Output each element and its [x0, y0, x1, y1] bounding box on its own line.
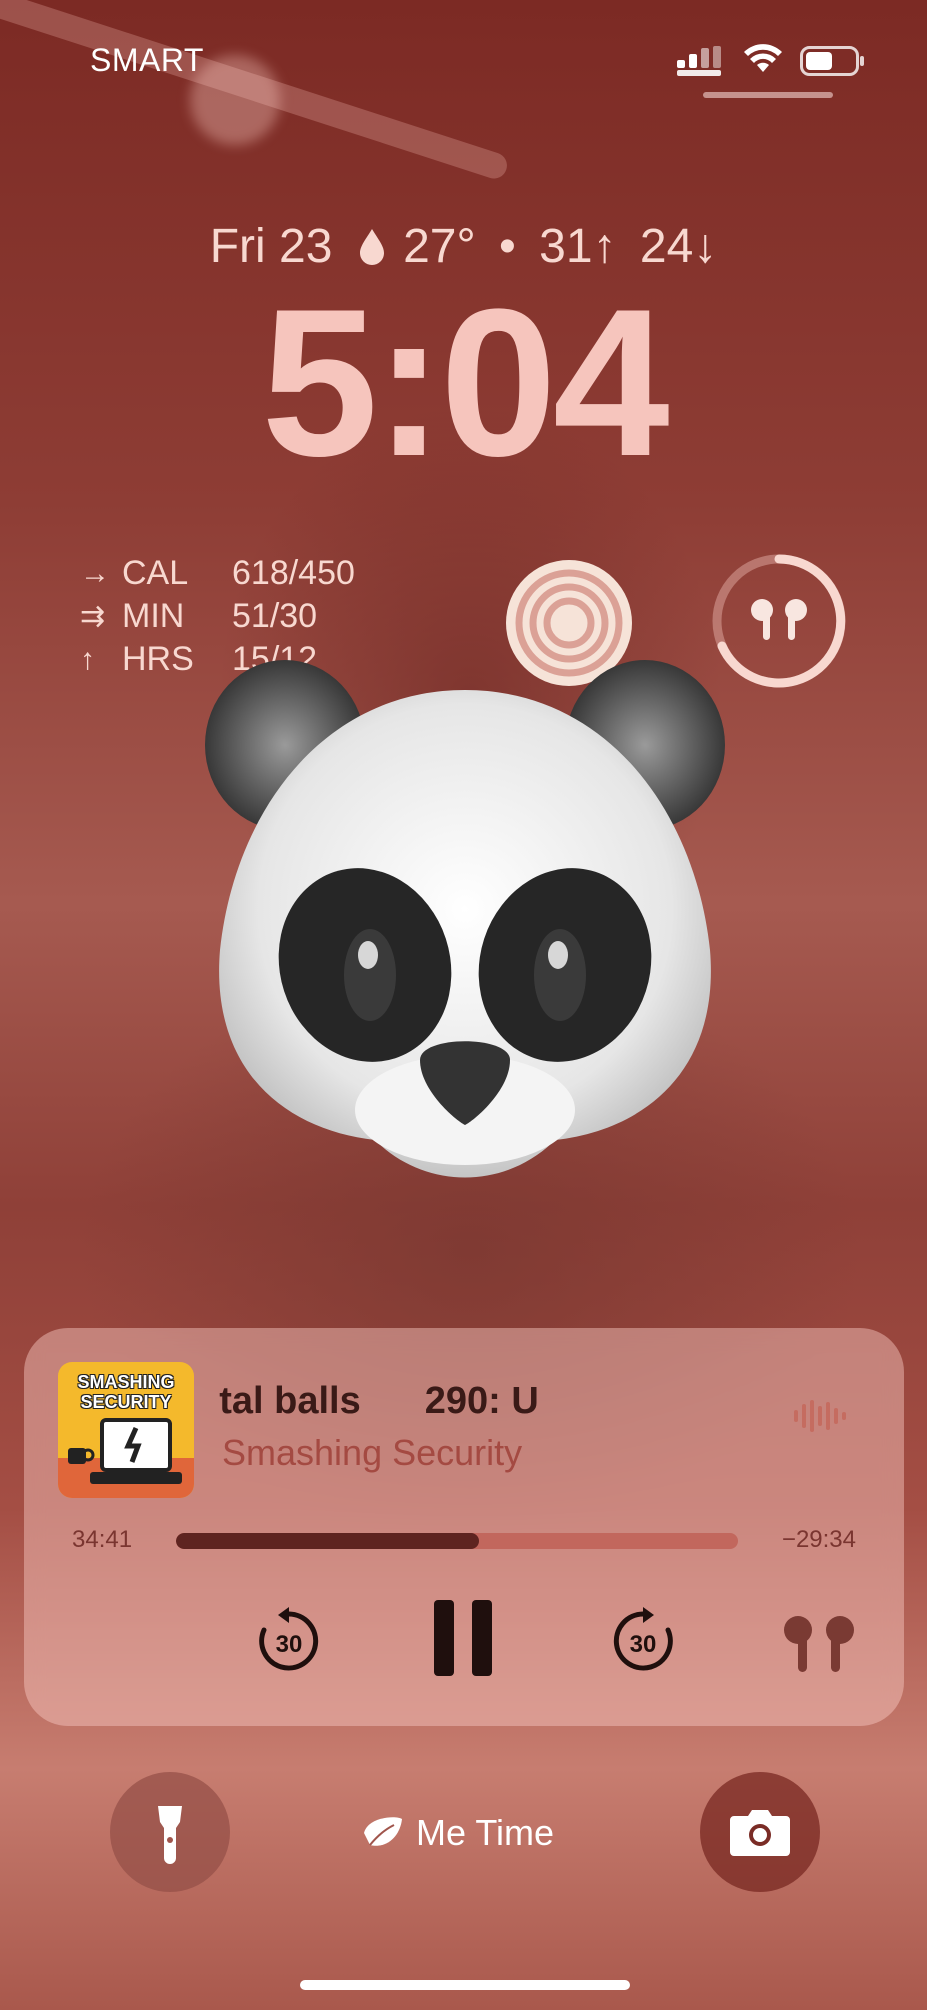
remaining-time: −29:34 [781, 1526, 856, 1553]
skip-back-30-button[interactable]: 30 [254, 1606, 324, 1676]
skip-back-seconds: 30 [276, 1631, 303, 1658]
skip-forward-30-button[interactable]: 30 [608, 1606, 678, 1676]
lockscreen-clock[interactable]: 5:04 [0, 278, 927, 488]
activity-value: 618/450 [232, 554, 355, 592]
track-title-next: 290: U [424, 1380, 539, 1422]
track-title-text: ar, and crystal balls [218, 1380, 361, 1422]
playback-scrubber[interactable] [176, 1533, 738, 1549]
elapsed-time: 34:41 [72, 1526, 133, 1553]
now-playing-widget[interactable]: SMASHING SECURITY ar, and crystal balls 2… [24, 1328, 904, 1726]
activity-label: MIN [122, 597, 185, 635]
skip-back-icon: 30 [259, 1607, 319, 1671]
flashlight-icon [158, 1806, 182, 1864]
status-underline [703, 92, 833, 98]
carrier-label: SMART [90, 42, 204, 78]
focus-mode-label: Me Time [416, 1812, 555, 1853]
laptop-icon [90, 1418, 182, 1484]
artwork-title: SMASHING SECURITY [77, 1372, 175, 1412]
track-title: ar, and crystal balls 290: U [218, 1380, 539, 1423]
pause-icon [434, 1600, 492, 1676]
activity-arrow-icon: → [80, 556, 110, 590]
skip-forward-seconds: 30 [630, 1631, 657, 1658]
podcast-name[interactable]: Smashing Security [222, 1432, 522, 1474]
status-bar: SMART [0, 0, 927, 110]
playback-progress-fill [176, 1533, 480, 1549]
track-title-marquee: ar, and crystal balls 290: U [218, 1380, 818, 1428]
panda-memoji-overlay [205, 660, 725, 1178]
camera-button[interactable] [700, 1772, 820, 1892]
wifi-icon [744, 44, 782, 72]
activity-row-cal: → CAL 618/450 [80, 552, 355, 595]
pause-button[interactable] [432, 1598, 494, 1678]
skip-forward-icon: 30 [613, 1607, 673, 1671]
activity-label: CAL [122, 554, 189, 592]
raindrop-icon [359, 229, 384, 266]
activity-row-min: ⇉ MIN 51/30 [80, 595, 355, 638]
podcast-artwork[interactable]: SMASHING SECURITY [58, 1362, 194, 1498]
activity-arrow-icon: ↑ [80, 642, 95, 676]
focus-mode-indicator[interactable]: Me Time [360, 1808, 554, 1858]
home-indicator[interactable] [300, 1980, 630, 1990]
camera-icon [730, 1810, 790, 1856]
cellular-signal-icon [677, 46, 721, 76]
activity-value: 51/30 [232, 597, 318, 635]
battery-icon [800, 46, 864, 76]
audio-waveform-icon [794, 1400, 846, 1432]
activity-arrow-icon: ⇉ [80, 600, 106, 633]
leaf-focus-icon [364, 1817, 402, 1846]
audio-route-button[interactable] [774, 1610, 864, 1676]
airpods-icon [784, 1616, 854, 1672]
flashlight-button[interactable] [110, 1772, 230, 1892]
